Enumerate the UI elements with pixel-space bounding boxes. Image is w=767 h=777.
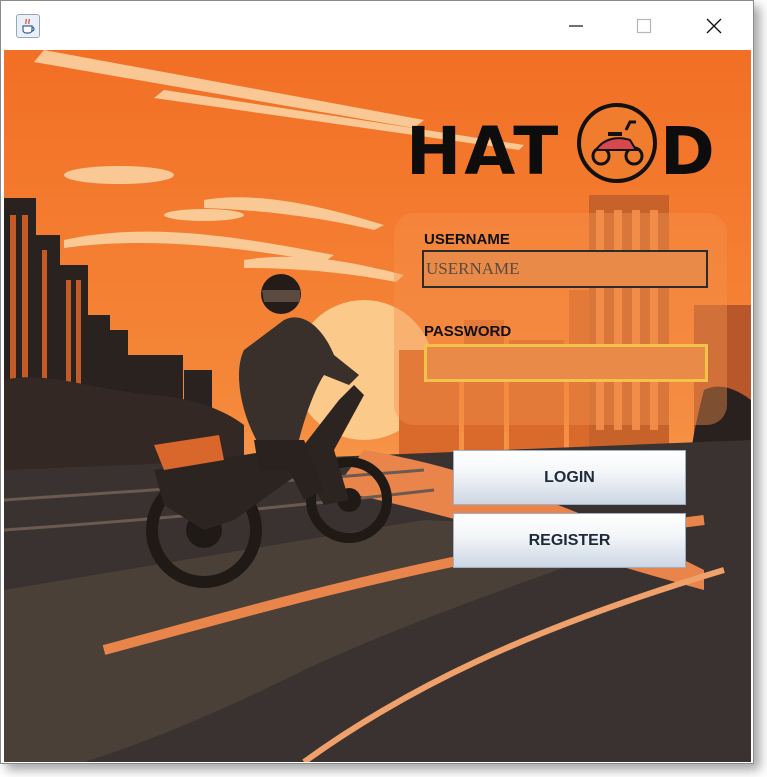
minimize-icon <box>569 24 583 27</box>
minimize-button[interactable] <box>541 1 611 50</box>
maximize-icon <box>636 18 652 33</box>
hatod-logo: HAT D <box>406 103 718 188</box>
username-label: USERNAME <box>424 231 510 248</box>
password-input[interactable] <box>424 344 708 382</box>
login-panel: HAT D USERNAME PASSWORD LOGIN REGISTER <box>4 50 751 762</box>
login-button[interactable]: LOGIN <box>453 450 686 505</box>
register-button[interactable]: REGISTER <box>453 513 686 568</box>
close-icon <box>706 18 722 33</box>
close-button[interactable] <box>679 1 749 50</box>
username-input[interactable] <box>422 250 708 288</box>
maximize-button[interactable] <box>609 1 679 50</box>
java-cup-icon <box>16 14 40 38</box>
login-window: HAT D USERNAME PASSWORD LOGIN REGISTER <box>0 0 754 764</box>
scooter-emblem-icon <box>577 103 657 183</box>
logo-text-left: HAT <box>406 113 561 188</box>
password-label: PASSWORD <box>424 323 512 340</box>
logo-text-right: D <box>660 113 718 188</box>
title-bar <box>1 1 753 50</box>
